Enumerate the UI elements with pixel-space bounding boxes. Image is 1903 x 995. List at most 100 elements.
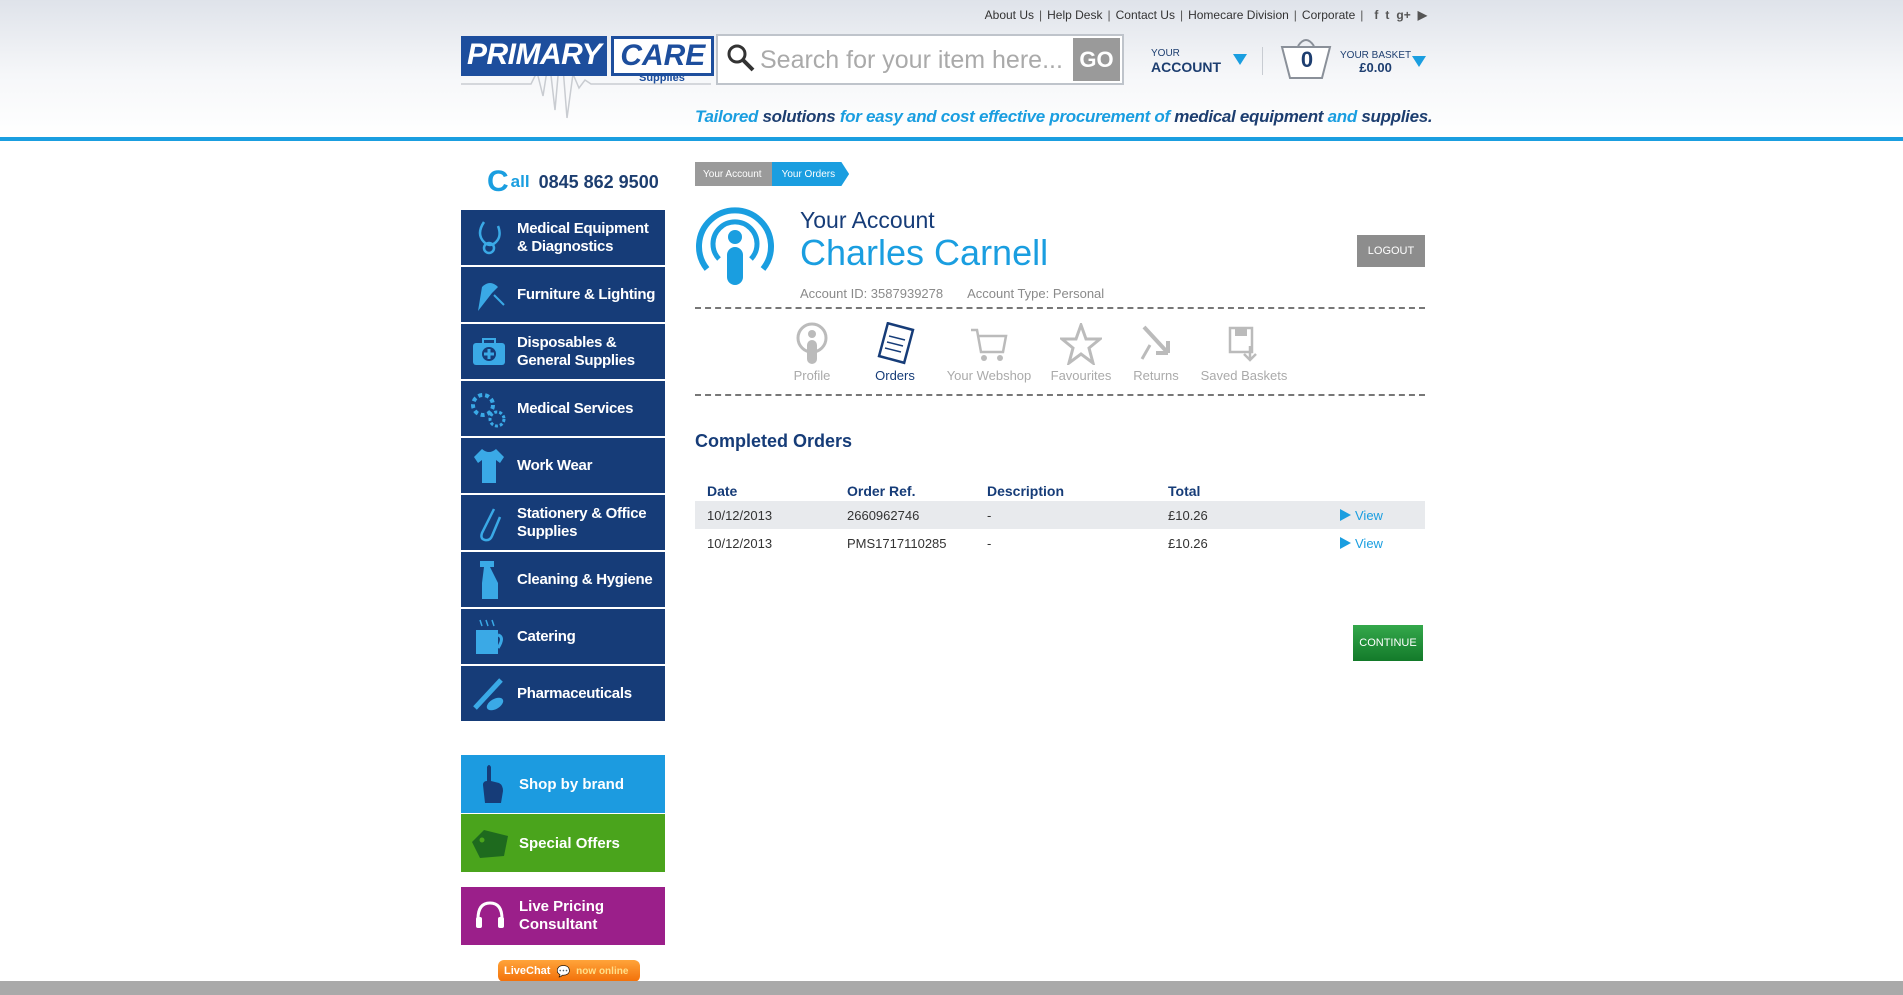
logo-primary: PRIMARY	[461, 36, 608, 76]
account-id: Account ID: 3587939278	[800, 286, 944, 301]
tagline-part: solutions	[762, 107, 836, 126]
nav-disposables[interactable]: Disposables & General Supplies	[461, 324, 665, 381]
nav-label: Catering	[517, 627, 576, 645]
tab-favourites[interactable]: Favourites	[1050, 320, 1112, 383]
your-account-menu[interactable]: YOUR ACCOUNT	[1151, 48, 1221, 75]
nav-label: Stationery & Office Supplies	[517, 504, 647, 540]
returns-icon	[1138, 320, 1174, 368]
tagline-part: Tailored	[695, 107, 763, 126]
table-row: 10/12/2013 2660962746 - £10.26 View	[695, 501, 1425, 529]
livechat-status: now online	[576, 965, 629, 977]
homecare-division-link[interactable]: Homecare Division	[1188, 8, 1289, 22]
stethoscope-icon	[461, 209, 517, 266]
livechat-button[interactable]: LiveChat 💬 now online	[498, 960, 640, 982]
divider	[695, 307, 1425, 309]
facebook-icon[interactable]: f	[1374, 8, 1378, 22]
tab-label: Favourites	[1050, 368, 1112, 383]
play-arrow-icon	[1340, 537, 1351, 549]
tab-label: Returns	[1133, 368, 1179, 383]
column-header: Order Ref.	[847, 483, 916, 499]
tab-orders[interactable]: Orders	[862, 320, 928, 383]
breadcrumb-your-orders[interactable]: Your Orders	[771, 162, 850, 186]
nav-label: Disposables & General Supplies	[517, 333, 635, 369]
phone-c: C	[487, 165, 509, 198]
pointer-hand-icon	[461, 763, 519, 805]
site-header: About Us | Help Desk | Contact Us | Homecar…	[0, 0, 1903, 141]
google-plus-icon[interactable]: g+	[1396, 8, 1410, 22]
nav-furniture-lighting[interactable]: Furniture & Lighting	[461, 267, 665, 324]
special-offers-label: Special Offers	[519, 834, 620, 852]
nav-pharmaceuticals[interactable]: Pharmaceuticals	[461, 666, 665, 723]
tab-returns[interactable]: Returns	[1130, 320, 1182, 383]
live-pricing-button[interactable]: Live Pricing Consultant	[461, 887, 665, 945]
nav-cleaning-hygiene[interactable]: Cleaning & Hygiene	[461, 552, 665, 609]
nav-label: Work Wear	[517, 456, 593, 474]
account-type: Account Type: Personal	[967, 286, 1105, 301]
tab-profile[interactable]: Profile	[780, 320, 844, 383]
site-logo[interactable]: PRIMARY CARE Supplies	[461, 22, 715, 132]
tagline-part: and	[1323, 107, 1362, 126]
table-row: 10/12/2013 PMS1717110285 - £10.26 View	[695, 529, 1425, 557]
view-order-link[interactable]: View	[1340, 508, 1425, 523]
orders-icon	[875, 320, 915, 368]
social-links: f t g+ ▶	[1374, 8, 1427, 22]
tab-label: Profile	[793, 368, 831, 383]
account-line1: YOUR	[1151, 48, 1180, 59]
basket-total: £0.00	[1359, 60, 1392, 75]
twitter-icon[interactable]: t	[1385, 8, 1389, 22]
mug-icon	[461, 608, 517, 665]
logout-button[interactable]: LOGOUT	[1357, 235, 1425, 267]
top-links: About Us | Help Desk | Contact Us | Homecar…	[984, 8, 1427, 22]
footer-bar	[0, 981, 1903, 995]
saved-basket-icon	[1226, 320, 1262, 368]
spray-bottle-icon	[461, 551, 517, 608]
column-header: Description	[987, 483, 1065, 499]
nav-stationery[interactable]: Stationery & Office Supplies	[461, 495, 665, 552]
livechat-label: LiveChat	[504, 965, 551, 977]
order-description: -	[975, 501, 1156, 529]
search-box: GO	[716, 34, 1124, 85]
chevron-down-icon[interactable]	[1412, 56, 1426, 67]
nav-label: Pharmaceuticals	[517, 684, 632, 702]
youtube-icon[interactable]: ▶	[1418, 8, 1427, 22]
nav-catering[interactable]: Catering	[461, 609, 665, 666]
nav-work-wear[interactable]: Work Wear	[461, 438, 665, 495]
chat-bubble-icon: 💬	[556, 965, 571, 978]
view-label: View	[1355, 535, 1383, 551]
column-header: Date	[707, 483, 738, 499]
account-meta: Account ID: 3587939278 Account Type: Per…	[800, 286, 1104, 301]
tunic-icon	[461, 437, 517, 494]
logo-sub: Supplies	[639, 72, 685, 84]
headset-icon	[461, 899, 519, 933]
view-order-link[interactable]: View	[1340, 536, 1425, 551]
nav-label: Medical Equipment & Diagnostics	[517, 219, 649, 255]
breadcrumb-your-account[interactable]: Your Account	[695, 162, 772, 186]
play-arrow-icon	[1340, 509, 1351, 521]
special-offers-button[interactable]: Special Offers	[461, 814, 665, 872]
order-date: 10/12/2013	[695, 501, 835, 529]
account-holder-name: Charles Carnell	[800, 232, 1049, 273]
view-label: View	[1355, 507, 1383, 523]
tagline: Tailored solutions for easy and cost eff…	[695, 107, 1433, 127]
shop-by-brand-button[interactable]: Shop by brand	[461, 755, 665, 813]
tab-label: Saved Baskets	[1200, 368, 1288, 383]
continue-button[interactable]: CONTINUE	[1353, 625, 1423, 661]
search-input[interactable]	[760, 43, 1070, 77]
nav-medical-equipment[interactable]: Medical Equipment & Diagnostics	[461, 210, 665, 267]
order-total: £10.26	[1156, 501, 1328, 529]
nav-medical-services[interactable]: Medical Services	[461, 381, 665, 438]
about-us-link[interactable]: About Us	[985, 8, 1034, 22]
contact-us-link[interactable]: Contact Us	[1116, 8, 1175, 22]
tab-saved-baskets[interactable]: Saved Baskets	[1200, 320, 1288, 383]
category-nav: Medical Equipment & Diagnostics Furnitur…	[461, 210, 665, 723]
tab-your-webshop[interactable]: Your Webshop	[946, 320, 1032, 383]
basket-summary[interactable]: YOUR BASKET £0.00	[1340, 50, 1411, 74]
profile-icon	[794, 320, 830, 368]
search-go-button[interactable]: GO	[1073, 38, 1120, 81]
chevron-down-icon[interactable]	[1233, 54, 1247, 65]
corporate-link[interactable]: Corporate	[1302, 8, 1355, 22]
cart-icon	[969, 320, 1009, 368]
divider	[1262, 47, 1263, 75]
divider	[695, 394, 1425, 396]
help-desk-link[interactable]: Help Desk	[1047, 8, 1102, 22]
